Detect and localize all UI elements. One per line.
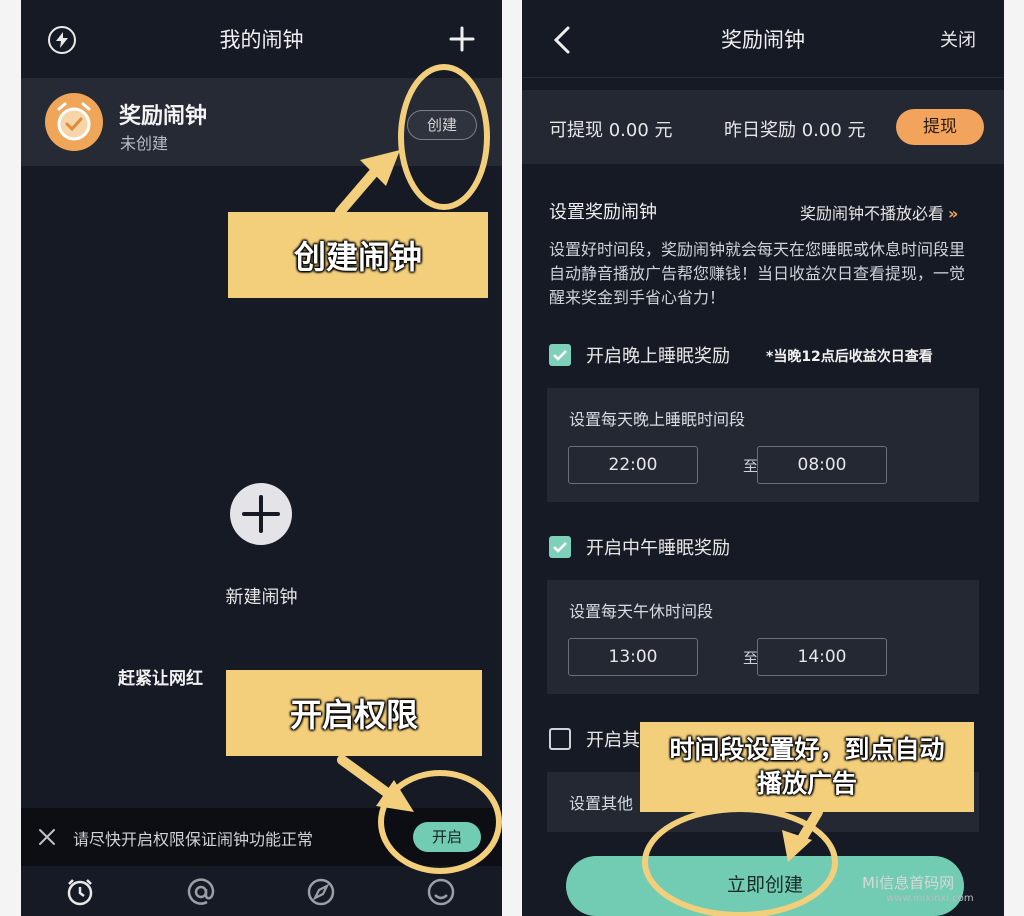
noon-panel-title: 设置每天午休时间段	[569, 602, 714, 621]
noon-start-time[interactable]: 13:00	[568, 638, 698, 676]
page-title: 我的闹钟	[219, 28, 304, 52]
watermark-url: www.mixinxi.com	[886, 893, 974, 904]
alarm-name: 奖励闹钟	[119, 104, 208, 129]
close-button[interactable]: 关闭	[940, 26, 976, 52]
noon-reward-label: 开启中午睡眠奖励	[586, 538, 730, 559]
bottom-tab-bar	[21, 866, 502, 916]
permission-message: 请尽快开启权限保证闹钟功能正常	[73, 830, 314, 849]
highlight-ring-permission	[378, 770, 502, 874]
double-chevron-right-icon: »	[948, 204, 959, 223]
new-alarm-button[interactable]	[230, 483, 292, 545]
night-end-time[interactable]: 08:00	[757, 446, 887, 484]
alarm-status: 未创建	[120, 134, 169, 153]
withdraw-button[interactable]: 提现	[896, 109, 984, 145]
new-alarm-label: 新建闹钟	[225, 587, 298, 608]
to-label: 至	[743, 649, 759, 667]
noon-end-time[interactable]: 14:00	[757, 638, 887, 676]
close-icon[interactable]	[37, 827, 57, 847]
other-panel-title: 设置其他	[569, 794, 634, 813]
alarm-clock-icon[interactable]	[64, 876, 96, 908]
section-title: 设置奖励闹钟	[549, 202, 657, 223]
yesterday-reward: 昨日奖励 0.00 元	[724, 120, 866, 141]
top-bar: 我的闹钟	[21, 0, 502, 76]
section-description: 设置好时间段，奖励闹钟就会每天在您睡眠或休息时间段里自动静音播放广告帮您赚钱！当…	[549, 240, 966, 307]
must-read-link[interactable]: 奖励闹钟不播放必看»	[800, 200, 958, 224]
other-reward-label: 开启其	[586, 730, 640, 751]
other-reward-checkbox[interactable]	[549, 728, 571, 750]
noon-reward-checkbox[interactable]	[549, 536, 571, 558]
balance-bar: 可提现 0.00 元 昨日奖励 0.00 元 提现	[522, 90, 1004, 164]
callout-auto-play: 时间段设置好，到点自动播放广告	[640, 722, 974, 812]
add-alarm-icon[interactable]	[447, 22, 477, 56]
compass-icon[interactable]	[305, 876, 337, 908]
withdrawable-amount: 可提现 0.00 元	[549, 120, 673, 141]
callout-enable-permission: 开启权限	[226, 670, 482, 756]
promo-text: 赶紧让网红	[118, 669, 203, 689]
night-panel-title: 设置每天晚上睡眠时间段	[569, 410, 746, 429]
watermark-name: Mi信息首码网	[862, 874, 955, 892]
callout-create-alarm: 创建闹钟	[228, 212, 488, 298]
night-reward-note: *当晚12点后收益次日查看	[766, 349, 933, 365]
at-icon[interactable]	[185, 876, 217, 908]
alarm-clock-avatar-icon	[45, 93, 103, 151]
top-bar: 奖励闹钟 关闭	[522, 0, 1004, 78]
page-title: 奖励闹钟	[721, 28, 805, 52]
to-label: 至	[743, 457, 759, 475]
night-start-time[interactable]: 22:00	[568, 446, 698, 484]
night-reward-label: 开启晚上睡眠奖励	[586, 346, 730, 367]
highlight-ring-create	[398, 64, 490, 210]
smile-icon[interactable]	[425, 876, 457, 908]
highlight-ring-create-now	[642, 806, 838, 916]
night-reward-checkbox[interactable]	[549, 344, 571, 366]
must-read-label: 奖励闹钟不播放必看	[800, 204, 945, 223]
night-time-panel: 设置每天晚上睡眠时间段 22:00 至 08:00	[547, 388, 979, 502]
noon-time-panel: 设置每天午休时间段 13:00 至 14:00	[547, 580, 979, 694]
